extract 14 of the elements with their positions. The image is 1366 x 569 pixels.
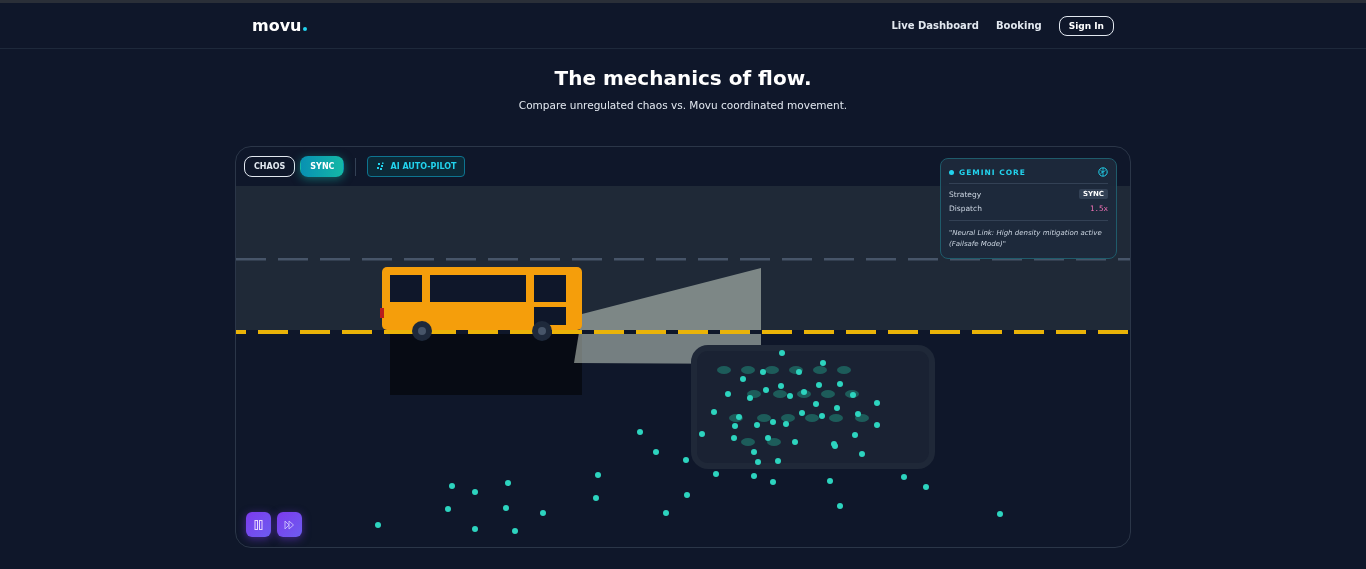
pause-icon <box>254 519 263 530</box>
fast-forward-icon <box>284 519 295 530</box>
logo[interactable]: movu <box>252 16 308 35</box>
status-dot <box>949 169 954 175</box>
sparkle-icon <box>376 162 386 171</box>
nav-link[interactable]: Booking <box>995 20 1042 31</box>
section-title: The mechanics of flow. <box>553 66 813 90</box>
pause-button[interactable] <box>246 512 271 537</box>
section-subtitle: Compare unregulated chaos vs. Movu coordinated movement. <box>517 99 849 111</box>
sign-in-button[interactable]: Sign In <box>1058 15 1114 36</box>
auto-pilot-button[interactable]: AI AUTO-PILOT <box>367 156 466 177</box>
mode-toggle[interactable]: CHAOS <box>244 156 296 177</box>
fast-forward-button[interactable] <box>277 512 302 537</box>
nav-link[interactable]: Live Dashboard <box>891 20 979 31</box>
